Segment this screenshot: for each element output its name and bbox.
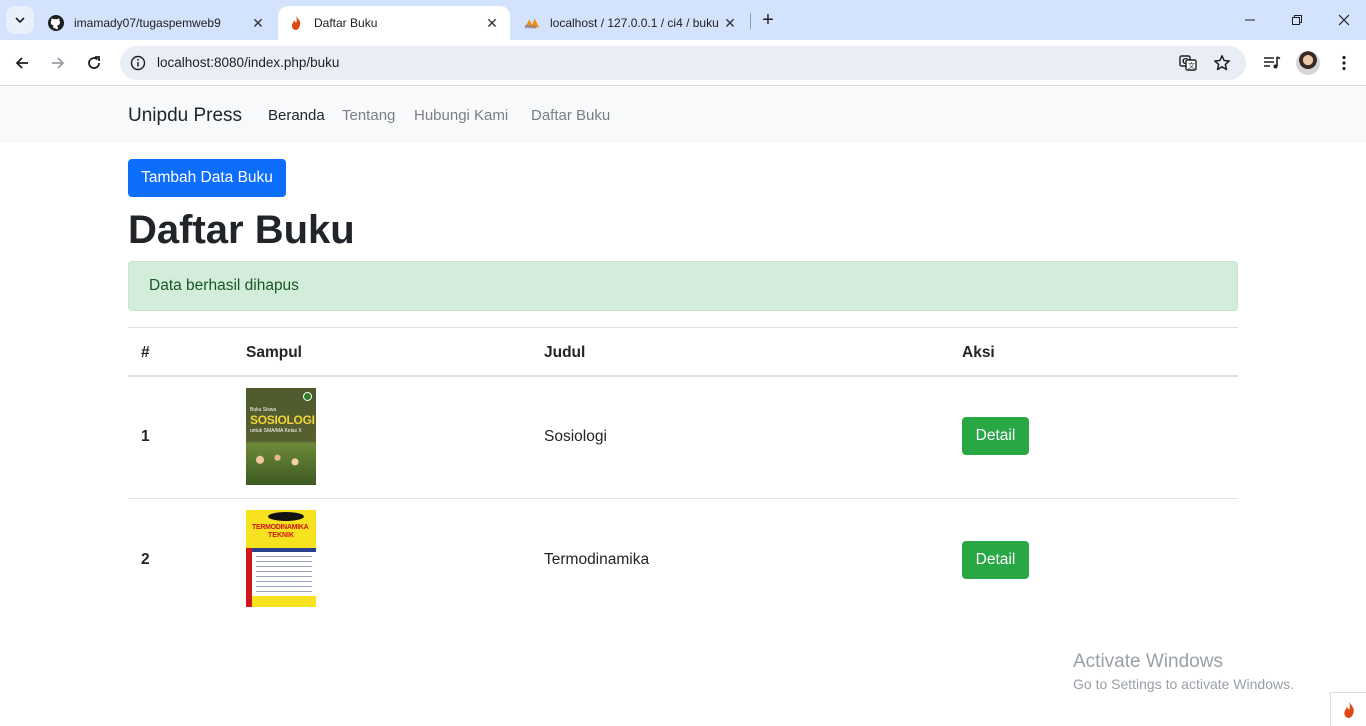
activate-windows-subtitle: Go to Settings to activate Windows. bbox=[1073, 676, 1294, 692]
address-bar[interactable]: localhost:8080/index.php/buku G文 bbox=[120, 46, 1246, 80]
success-alert: Data berhasil dihapus bbox=[128, 261, 1238, 311]
navbar-brand[interactable]: Unipdu Press bbox=[128, 105, 242, 127]
cover-text: untuk SMA/MA Kelas X bbox=[250, 428, 302, 434]
svg-text:文: 文 bbox=[1188, 61, 1195, 70]
book-title: Termodinamika bbox=[544, 551, 650, 568]
tab-phpmyadmin[interactable]: PMA localhost / 127.0.0.1 / ci4 / buku ✕ bbox=[514, 6, 748, 40]
media-control-icon[interactable] bbox=[1260, 51, 1284, 75]
nav-link-tentang[interactable]: Tentang bbox=[342, 107, 395, 124]
reload-button[interactable] bbox=[82, 51, 106, 75]
book-cover-image: TERMODINAMIKA TEKNIK bbox=[246, 510, 316, 607]
translate-icon[interactable]: G文 bbox=[1178, 53, 1198, 73]
table-row: 2 TERMODINAMIKA TEKNIK Termodinamika Det… bbox=[128, 499, 1238, 622]
add-book-button[interactable]: Tambah Data Buku bbox=[128, 159, 286, 197]
codeigniter-flame-icon bbox=[1343, 701, 1354, 718]
codeigniter-debug-toolbar-button[interactable] bbox=[1330, 692, 1366, 726]
cover-content-lines bbox=[256, 556, 312, 596]
minimize-button[interactable] bbox=[1238, 8, 1262, 32]
site-navbar: Unipdu Press Beranda Tentang Hubungi Kam… bbox=[0, 87, 1366, 143]
cover-footer bbox=[252, 596, 316, 607]
forward-button[interactable] bbox=[46, 51, 70, 75]
tab-github[interactable]: imamady07/tugaspemweb9 ✕ bbox=[38, 6, 276, 40]
header-cover: Sampul bbox=[246, 344, 302, 361]
arrow-left-icon bbox=[15, 57, 28, 69]
bookmark-star-icon[interactable] bbox=[1212, 53, 1232, 73]
cover-text: TEKNIK bbox=[268, 532, 295, 539]
page-title: Daftar Buku bbox=[128, 208, 355, 252]
tab-title: localhost / 127.0.0.1 / ci4 / buku bbox=[550, 16, 719, 30]
cover-text: TERMODINAMIKA bbox=[252, 524, 309, 531]
reload-icon bbox=[88, 56, 100, 69]
close-icon[interactable]: ✕ bbox=[722, 15, 738, 31]
cover-text: SOSIOLOGI bbox=[250, 413, 315, 427]
detail-button[interactable]: Detail bbox=[962, 417, 1029, 455]
nav-link-beranda[interactable]: Beranda bbox=[268, 107, 325, 124]
restore-button[interactable] bbox=[1285, 8, 1309, 32]
codeigniter-flame-icon bbox=[288, 15, 304, 31]
site-info-icon[interactable] bbox=[130, 55, 146, 71]
close-icon bbox=[1338, 14, 1350, 26]
tab-daftar-buku[interactable]: Daftar Buku ✕ bbox=[278, 6, 510, 40]
back-button[interactable] bbox=[10, 51, 34, 75]
address-url[interactable]: localhost:8080/index.php/buku bbox=[157, 55, 339, 70]
book-title: Sosiologi bbox=[544, 428, 607, 445]
new-tab-button[interactable]: + bbox=[757, 9, 779, 31]
nav-link-hubungi-kami[interactable]: Hubungi Kami bbox=[414, 107, 508, 124]
github-icon bbox=[48, 15, 64, 31]
cover-illustration bbox=[246, 443, 316, 485]
table-row: 1 Buku Siswa SOSIOLOGI untuk SMA/MA Kela… bbox=[128, 377, 1238, 499]
close-icon[interactable]: ✕ bbox=[484, 15, 500, 31]
phpmyadmin-icon: PMA bbox=[524, 15, 540, 31]
profile-avatar[interactable] bbox=[1296, 51, 1320, 75]
row-number: 1 bbox=[141, 428, 150, 445]
tab-search-button[interactable] bbox=[6, 6, 34, 34]
browser-tabstrip: imamady07/tugaspemweb9 ✕ Daftar Buku ✕ P… bbox=[0, 0, 1366, 40]
table-header: # Sampul Judul Aksi bbox=[128, 327, 1238, 377]
tab-title: Daftar Buku bbox=[314, 16, 378, 30]
header-title: Judul bbox=[544, 344, 586, 361]
browser-toolbar: localhost:8080/index.php/buku G文 bbox=[0, 40, 1366, 86]
restore-icon bbox=[1292, 15, 1302, 25]
cover-stripe bbox=[246, 548, 316, 552]
book-table: # Sampul Judul Aksi 1 Buku Siswa SOSIOLO… bbox=[128, 327, 1238, 622]
header-number: # bbox=[141, 344, 150, 361]
tab-title: imamady07/tugaspemweb9 bbox=[74, 16, 221, 30]
minimize-icon bbox=[1245, 19, 1255, 21]
activate-windows-title: Activate Windows bbox=[1073, 651, 1223, 672]
chevron-down-icon bbox=[15, 17, 25, 24]
svg-text:PMA: PMA bbox=[525, 24, 537, 30]
nav-link-daftar-buku[interactable]: Daftar Buku bbox=[531, 107, 610, 124]
detail-button[interactable]: Detail bbox=[962, 541, 1029, 579]
cover-logo bbox=[268, 512, 304, 521]
book-cover-image: Buku Siswa SOSIOLOGI untuk SMA/MA Kelas … bbox=[246, 388, 316, 485]
arrow-right-icon bbox=[52, 57, 65, 69]
publisher-badge bbox=[303, 392, 312, 401]
more-menu-icon[interactable] bbox=[1332, 51, 1356, 75]
header-action: Aksi bbox=[962, 344, 995, 361]
row-number: 2 bbox=[141, 551, 150, 568]
close-window-button[interactable] bbox=[1332, 8, 1356, 32]
close-icon[interactable]: ✕ bbox=[250, 15, 266, 31]
tab-separator bbox=[750, 13, 751, 29]
